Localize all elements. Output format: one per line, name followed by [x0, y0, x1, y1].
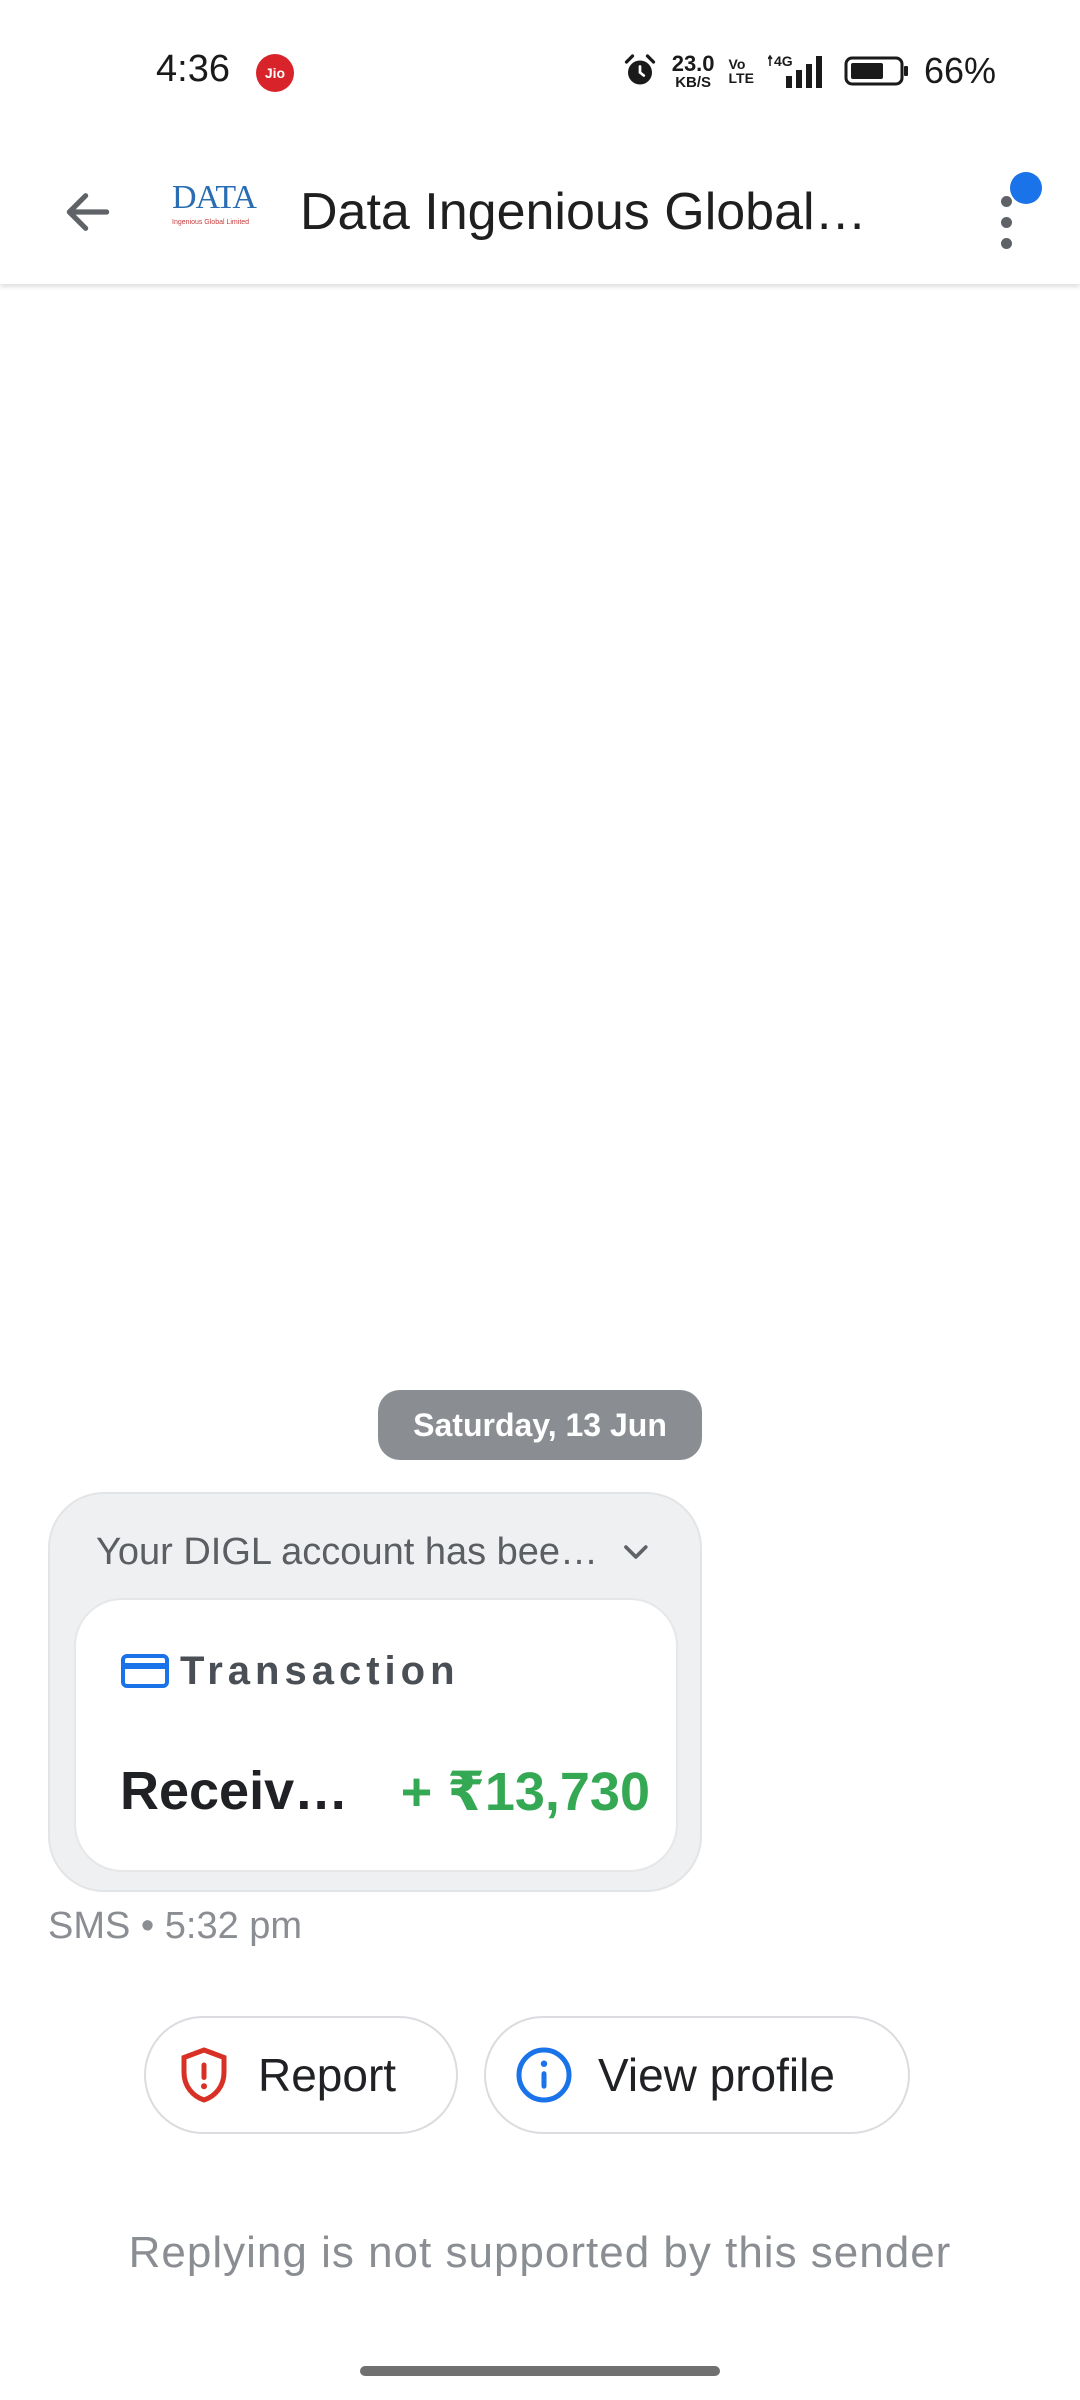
alarm-icon	[624, 54, 655, 85]
shield-alert-icon	[181, 2047, 227, 2103]
credit-card-icon	[121, 1654, 169, 1688]
network-speed-value: 23.0	[671, 50, 715, 76]
network-type-label: 4G	[774, 53, 793, 69]
notification-dot	[1010, 172, 1042, 204]
screen: 4:36 Jio 23.0 KB/S Vo LTE 4G 66% DATA In…	[0, 0, 1080, 2400]
volte-indicator: Vo LTE	[729, 57, 754, 85]
transaction-card[interactable]: Transaction Receiv… + ₹13,730	[74, 1598, 678, 1872]
home-gesture-bar[interactable]	[360, 2366, 720, 2376]
message-bubble[interactable]: Your DIGL account has bee… Transaction R…	[48, 1492, 702, 1892]
battery-percent: 66%	[923, 50, 996, 91]
network-speed: 23.0 KB/S	[671, 50, 715, 91]
date-separator: Saturday, 13 Jun	[378, 1390, 702, 1460]
report-button[interactable]: Report	[144, 2016, 458, 2134]
sender-logo-tagline: Ingenious Global Limited	[172, 219, 250, 226]
more-vert-icon	[1001, 196, 1013, 259]
message-preview-text: Your DIGL account has bee…	[96, 1530, 599, 1573]
transaction-card-header: Transaction	[120, 1644, 460, 1698]
back-button[interactable]	[46, 170, 130, 254]
arrow-left-icon	[66, 193, 110, 231]
transaction-amount: + ₹13,730	[400, 1761, 650, 1822]
sender-logo[interactable]: DATA Ingenious Global Limited	[172, 178, 266, 242]
volte-bottom: LTE	[728, 70, 754, 86]
status-bar: 4:36 Jio 23.0 KB/S Vo LTE 4G 66%	[0, 0, 1080, 140]
transaction-card-body: Receiv… + ₹13,730	[120, 1756, 650, 1826]
transaction-description: Receiv…	[120, 1761, 349, 1821]
carrier-badge-icon: Jio	[256, 54, 294, 92]
reply-not-supported-note: Replying is not supported by this sender	[128, 2228, 952, 2277]
status-time: 4:36	[156, 48, 230, 90]
conversation-app-bar: DATA Ingenious Global Limited Data Ingen…	[0, 140, 1080, 284]
chevron-down-icon[interactable]	[616, 1532, 656, 1572]
transaction-label: Transaction	[180, 1648, 460, 1693]
view-profile-label: View profile	[598, 2049, 835, 2101]
message-meta: SMS • 5:32 pm	[48, 1905, 303, 1947]
battery-icon	[844, 56, 908, 86]
more-options-button[interactable]	[980, 164, 1060, 264]
network-speed-unit: KB/S	[675, 73, 712, 91]
status-right-group: 23.0 KB/S Vo LTE 4G 66%	[622, 46, 996, 96]
sender-logo-brand: DATA	[172, 179, 257, 216]
conversation-title[interactable]: Data Ingenious Global…	[300, 182, 910, 242]
view-profile-button[interactable]: View profile	[484, 2016, 910, 2134]
volte-top: Vo	[728, 56, 746, 72]
report-label: Report	[258, 2049, 397, 2101]
info-icon	[516, 2047, 572, 2103]
signal-icon: 4G	[767, 53, 822, 88]
message-preview-row[interactable]: Your DIGL account has bee…	[96, 1522, 656, 1582]
